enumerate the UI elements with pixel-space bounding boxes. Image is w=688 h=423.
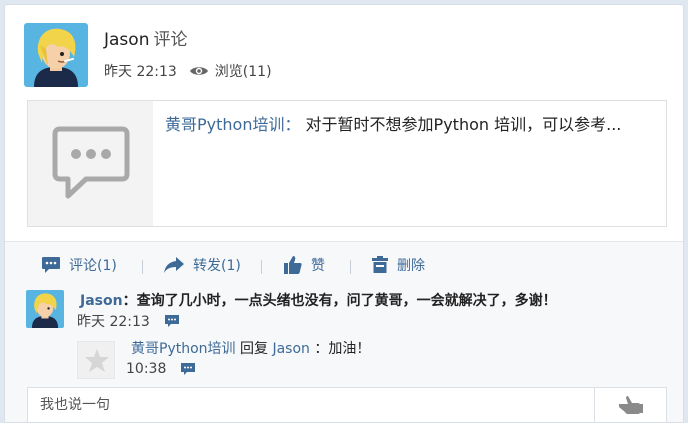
pointing-hand-icon — [618, 396, 643, 414]
author-action: 评论 — [153, 30, 188, 50]
delete-button[interactable]: 删除 — [371, 252, 425, 278]
comment-input[interactable] — [28, 388, 594, 422]
reply-body: ：加油！ — [314, 341, 371, 357]
author-avatar[interactable] — [24, 23, 88, 87]
post-time: 昨天 22:13 — [104, 64, 177, 80]
reply-time: 10:38 — [126, 361, 167, 377]
comment-avatar[interactable] — [26, 290, 64, 328]
reply-author[interactable]: 黄哥Python培训 — [131, 341, 236, 357]
author-name[interactable]: Jason — [104, 30, 149, 50]
post-author-line: Jason 评论 — [104, 25, 187, 50]
delete-label: 删除 — [397, 258, 425, 274]
repost-button[interactable]: 转发(1) — [163, 252, 241, 278]
comment-time: 昨天 22:13 — [77, 314, 150, 330]
like-label: 赞 — [311, 258, 325, 274]
trash-icon — [372, 256, 388, 273]
divider — [142, 260, 143, 274]
quote-text: 黄哥Python培训： 对于暂时不想参加Python 培训，可以参考... — [165, 113, 660, 137]
post-footer: 评论(1) 转发(1) 赞 删除 Jason：查询了几小时，一点头绪也没有，问了… — [5, 241, 683, 422]
post-card: Jason 评论 昨天 22:13 浏览(11) 黄哥Python培训： 对于暂时… — [4, 4, 684, 423]
reply-icon[interactable] — [180, 362, 196, 376]
comment-text-line: Jason：查询了几小时，一点头绪也没有，问了黄哥，一会就解决了，多谢！ — [80, 290, 557, 310]
reply-target[interactable]: Jason — [272, 341, 309, 357]
share-arrow-icon — [164, 257, 184, 273]
post-meta: 昨天 22:13 浏览(11) — [104, 61, 272, 81]
thumbs-up-icon — [284, 256, 302, 274]
view-count: 浏览(11) — [214, 64, 272, 80]
reply-icon[interactable] — [164, 314, 180, 328]
comment-meta: 昨天 22:13 — [77, 311, 180, 331]
reply-avatar[interactable] — [77, 341, 115, 379]
quote-thumbnail — [28, 101, 153, 226]
comment-button[interactable]: 评论(1) — [41, 252, 117, 278]
quote-source[interactable]: 黄哥Python培训： — [165, 115, 300, 134]
like-button[interactable]: 赞 — [283, 252, 325, 278]
reply-verb: 回复 — [239, 341, 268, 357]
reply-text-line: 黄哥Python培训 回复 Jason ：加油！ — [131, 338, 370, 358]
reply-meta: 10:38 — [126, 361, 196, 377]
post-header: Jason 评论 昨天 22:13 浏览(11) — [5, 5, 683, 105]
comment-author[interactable]: Jason — [80, 293, 123, 309]
comment-icon — [42, 257, 60, 273]
divider — [350, 260, 351, 274]
repost-label: 转发(1) — [193, 258, 241, 274]
chat-bubble-icon — [52, 126, 130, 199]
comment-body: ：查询了几小时，一点头绪也没有，问了黄哥，一会就解决了，多谢！ — [122, 293, 557, 309]
default-avatar-icon — [85, 349, 109, 372]
action-bar: 评论(1) 转发(1) 赞 删除 — [5, 252, 683, 278]
send-button[interactable] — [594, 388, 666, 422]
eye-icon — [189, 64, 209, 78]
quote-body: 对于暂时不想参加Python 培训，可以参考... — [300, 115, 622, 134]
comment-input-row — [27, 387, 667, 422]
comment-label: 评论(1) — [69, 258, 117, 274]
quoted-post[interactable]: 黄哥Python培训： 对于暂时不想参加Python 培训，可以参考... — [27, 100, 667, 227]
divider — [261, 260, 262, 274]
